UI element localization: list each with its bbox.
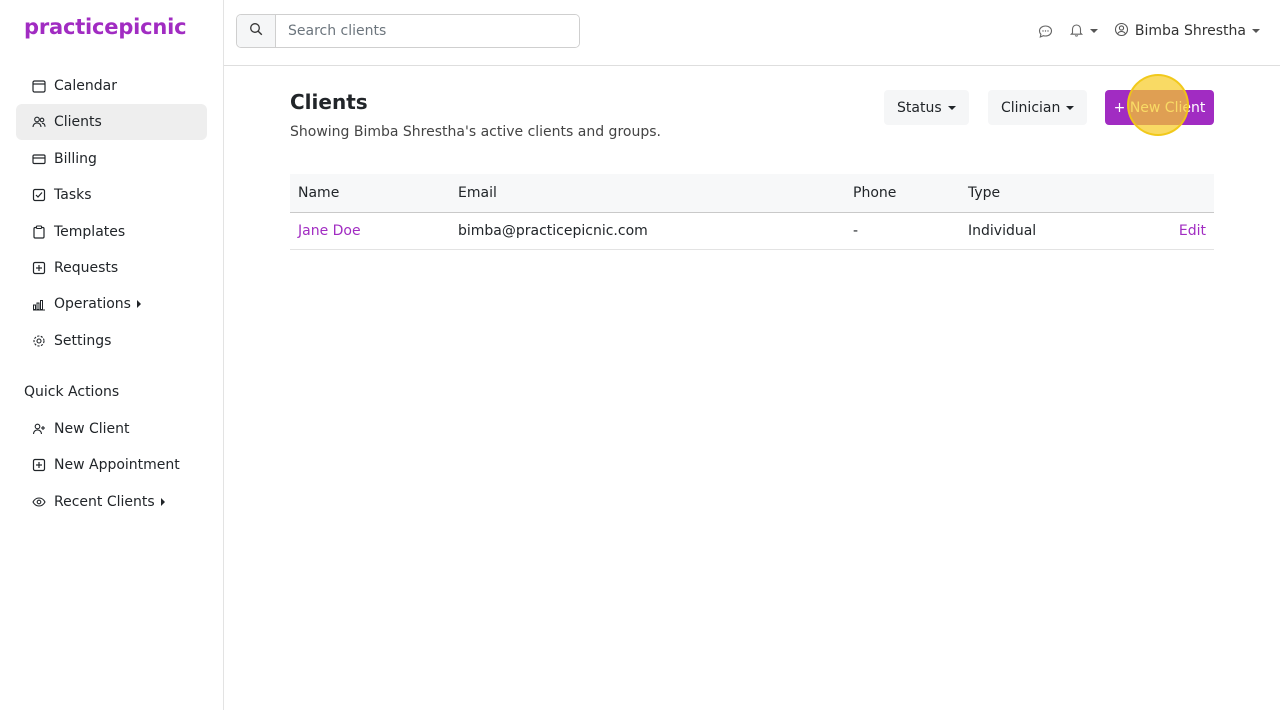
sidebar-item-requests[interactable]: Requests (16, 250, 207, 286)
caret-right-icon (160, 497, 165, 506)
status-filter-label: Status (897, 99, 942, 116)
client-name-link[interactable]: Jane Doe (290, 212, 450, 249)
brand-logo[interactable]: practicepicnic (24, 15, 187, 39)
edit-client-link[interactable]: Edit (1120, 212, 1214, 249)
column-header-type[interactable]: Type (960, 174, 1120, 212)
column-header-phone[interactable]: Phone (845, 174, 960, 212)
sidebar-item-billing[interactable]: Billing (16, 141, 207, 177)
status-filter-button[interactable]: Status (884, 90, 969, 125)
sidebar-item-label: Calendar (54, 78, 117, 94)
sidebar-item-templates[interactable]: Templates (16, 214, 207, 250)
chevron-down-icon (1066, 105, 1075, 110)
bar-chart-icon (32, 297, 46, 311)
sidebar-item-calendar[interactable]: Calendar (16, 68, 207, 104)
column-header-name[interactable]: Name (290, 174, 450, 212)
credit-card-icon (32, 152, 46, 166)
quick-actions-nav: New Client New Appointment Recent Client… (16, 411, 207, 520)
column-header-actions (1120, 174, 1214, 212)
sidebar-item-label: Tasks (54, 187, 92, 204)
bell-icon (1069, 22, 1084, 41)
chevron-down-icon (1089, 29, 1098, 33)
sidebar-item-label: Settings (54, 332, 112, 349)
sidebar-item-tasks[interactable]: Tasks (16, 177, 207, 213)
caret-right-icon (136, 300, 141, 309)
quick-action-label: New Appointment (54, 457, 180, 474)
sidebar-item-operations[interactable]: Operations (16, 286, 207, 322)
quick-actions-title: Quick Actions (24, 384, 120, 400)
quick-action-label: New Client (54, 421, 130, 437)
chat-icon[interactable] (1038, 24, 1053, 39)
sidebar-item-clients[interactable]: Clients (16, 104, 207, 141)
table-row: Jane Doe bimba@practicepicnic.com - Indi… (290, 212, 1214, 249)
clinician-filter-label: Clinician (1001, 99, 1061, 116)
sidebar-item-label: Requests (54, 259, 119, 276)
page-title: Clients (290, 90, 368, 114)
clients-table: Name Email Phone Type Jane Doe bimba@pra… (290, 174, 1214, 250)
user-menu[interactable]: Bimba Shrestha (1114, 22, 1260, 41)
notifications-dropdown[interactable] (1069, 22, 1098, 41)
header-actions: Bimba Shrestha (1022, 0, 1260, 62)
client-email: bimba@practicepicnic.com (458, 222, 648, 239)
user-name: Bimba Shrestha (1134, 23, 1246, 39)
search-input[interactable] (276, 15, 579, 47)
plus-square-icon (32, 458, 46, 472)
column-header-email[interactable]: Email (450, 174, 845, 212)
search-button[interactable] (237, 15, 276, 47)
quick-action-new-appointment[interactable]: New Appointment (16, 447, 207, 483)
client-phone: - (853, 222, 859, 239)
sidebar-item-label: Clients (54, 114, 102, 131)
sidebar-item-label: Billing (54, 150, 97, 167)
sidebar-item-settings[interactable]: Settings (16, 323, 207, 359)
page-subtitle: Showing Bimba Shrestha's active clients … (290, 124, 661, 140)
table-header-row: Name Email Phone Type (290, 174, 1214, 212)
sidebar-item-label: Templates (54, 223, 126, 240)
clinician-filter-button[interactable]: Clinician (988, 90, 1088, 125)
client-type: Individual (968, 222, 1037, 239)
top-bar: Bimba Shrestha (224, 0, 1280, 66)
user-plus-icon (32, 422, 46, 436)
chevron-down-icon (1252, 29, 1260, 33)
sidebar: practicepicnic Calendar Clients Billing … (0, 0, 224, 710)
quick-action-label: Recent Clients (54, 493, 155, 510)
user-circle-icon (1114, 22, 1129, 41)
eye-icon (32, 495, 46, 509)
gear-icon (32, 334, 46, 348)
quick-action-recent-clients[interactable]: Recent Clients (16, 484, 207, 520)
search-box (236, 14, 580, 48)
new-client-button[interactable]: + New Client (1105, 90, 1214, 125)
clipboard-icon (32, 225, 46, 239)
plus-square-icon (32, 261, 46, 275)
calendar-icon (32, 79, 46, 93)
users-icon (32, 115, 46, 129)
search-icon (249, 22, 263, 40)
checkbox-icon (32, 188, 46, 202)
main-nav: Calendar Clients Billing Tasks Templates (16, 68, 207, 359)
chevron-down-icon (947, 105, 956, 110)
quick-action-new-client[interactable]: New Client (16, 411, 207, 447)
sidebar-item-label: Operations (54, 296, 131, 313)
